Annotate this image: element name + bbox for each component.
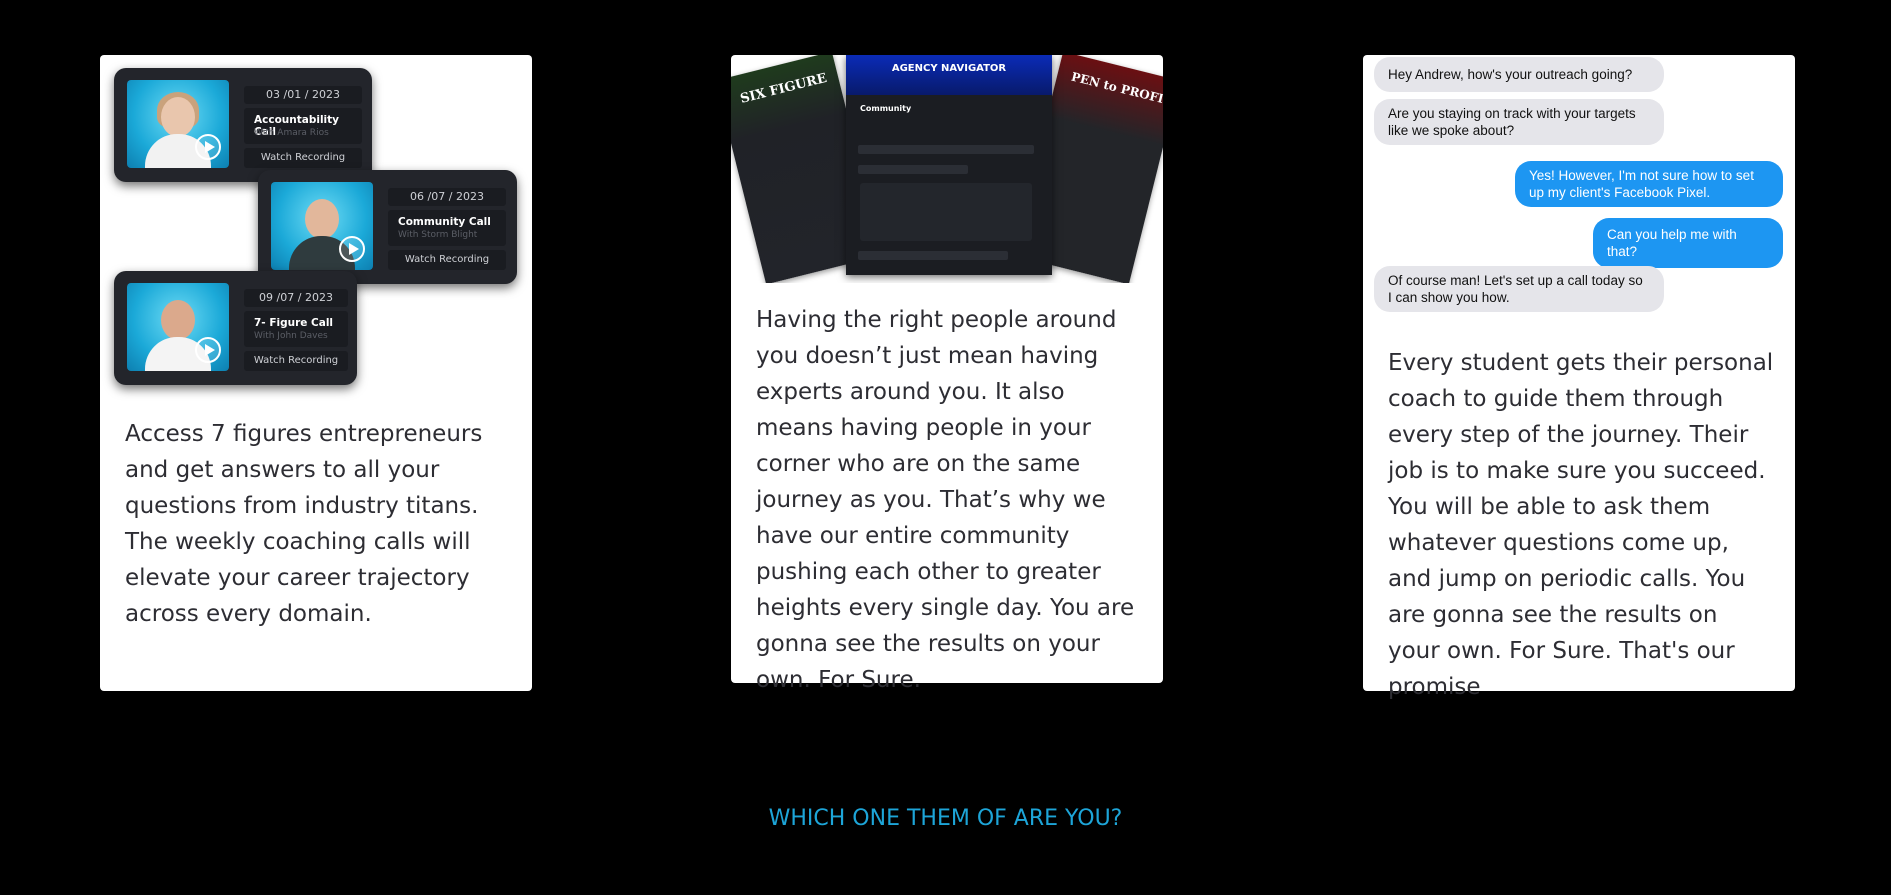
card-description: Having the right people around you doesn… (756, 307, 1135, 693)
play-icon[interactable] (195, 134, 221, 160)
recording-host: With Amara Rios (254, 128, 329, 138)
recording-date: 09 /07 / 2023 (244, 289, 348, 307)
agency-navigator-logo: AGENCY NAVIGATOR (846, 55, 1052, 95)
recording-thumbnail (271, 182, 373, 270)
recording-card-community[interactable]: 06 /07 / 2023 Community Call With Storm … (258, 170, 517, 284)
community-screenshots: SIX FIGURE PEN to PROFIT AGENCY NAVIGATO… (731, 55, 1163, 283)
watch-recording-button[interactable]: Watch Recording (244, 148, 362, 168)
received-message: Are you staying on track with your targe… (1374, 99, 1664, 145)
recording-title: 7- Figure Call (254, 317, 334, 329)
pen-to-profit-logo: PEN to PROFIT (1069, 69, 1163, 109)
play-icon[interactable] (195, 337, 221, 363)
personal-coach-card: Hey Andrew, how's your outreach going? A… (1363, 55, 1795, 700)
recording-title: Community Call (398, 216, 491, 228)
received-message: Of course man! Let's set up a call today… (1374, 266, 1664, 312)
community-section-title: Community (860, 104, 912, 113)
recording-card-7-figure[interactable]: 09 /07 / 2023 7- Figure Call With John D… (114, 271, 357, 385)
received-message: Hey Andrew, how's your outreach going? (1374, 57, 1664, 92)
community-post (860, 183, 1032, 241)
recording-thumbnail (127, 80, 229, 168)
recording-host: With John Daves (254, 331, 328, 341)
coaching-calls-card: 03 /01 / 2023 Accountability Call With A… (100, 55, 532, 691)
six-figure-logo: SIX FIGURE (738, 70, 829, 107)
recording-thumbnail (127, 283, 229, 371)
watch-recording-button[interactable]: Watch Recording (388, 250, 506, 270)
recording-date: 03 /01 / 2023 (244, 86, 362, 104)
sent-message: Can you help me with that? (1593, 218, 1783, 268)
recording-date: 06 /07 / 2023 (388, 188, 506, 206)
community-card: SIX FIGURE PEN to PROFIT AGENCY NAVIGATO… (731, 55, 1163, 693)
sent-message: Yes! However, I'm not sure how to set up… (1515, 161, 1783, 207)
agency-navigator-screenshot: AGENCY NAVIGATOR Community (846, 55, 1052, 275)
recording-host: With Storm Blight (398, 230, 478, 240)
card-description: Every student gets their personal coach … (1388, 350, 1774, 700)
card-description: Access 7 figures entrepreneurs and get a… (125, 421, 483, 627)
section-heading: WHICH ONE THEM OF ARE YOU? (768, 806, 1123, 832)
recording-card-accountability[interactable]: 03 /01 / 2023 Accountability Call With A… (114, 68, 372, 182)
watch-recording-button[interactable]: Watch Recording (244, 351, 348, 371)
play-icon[interactable] (339, 236, 365, 262)
